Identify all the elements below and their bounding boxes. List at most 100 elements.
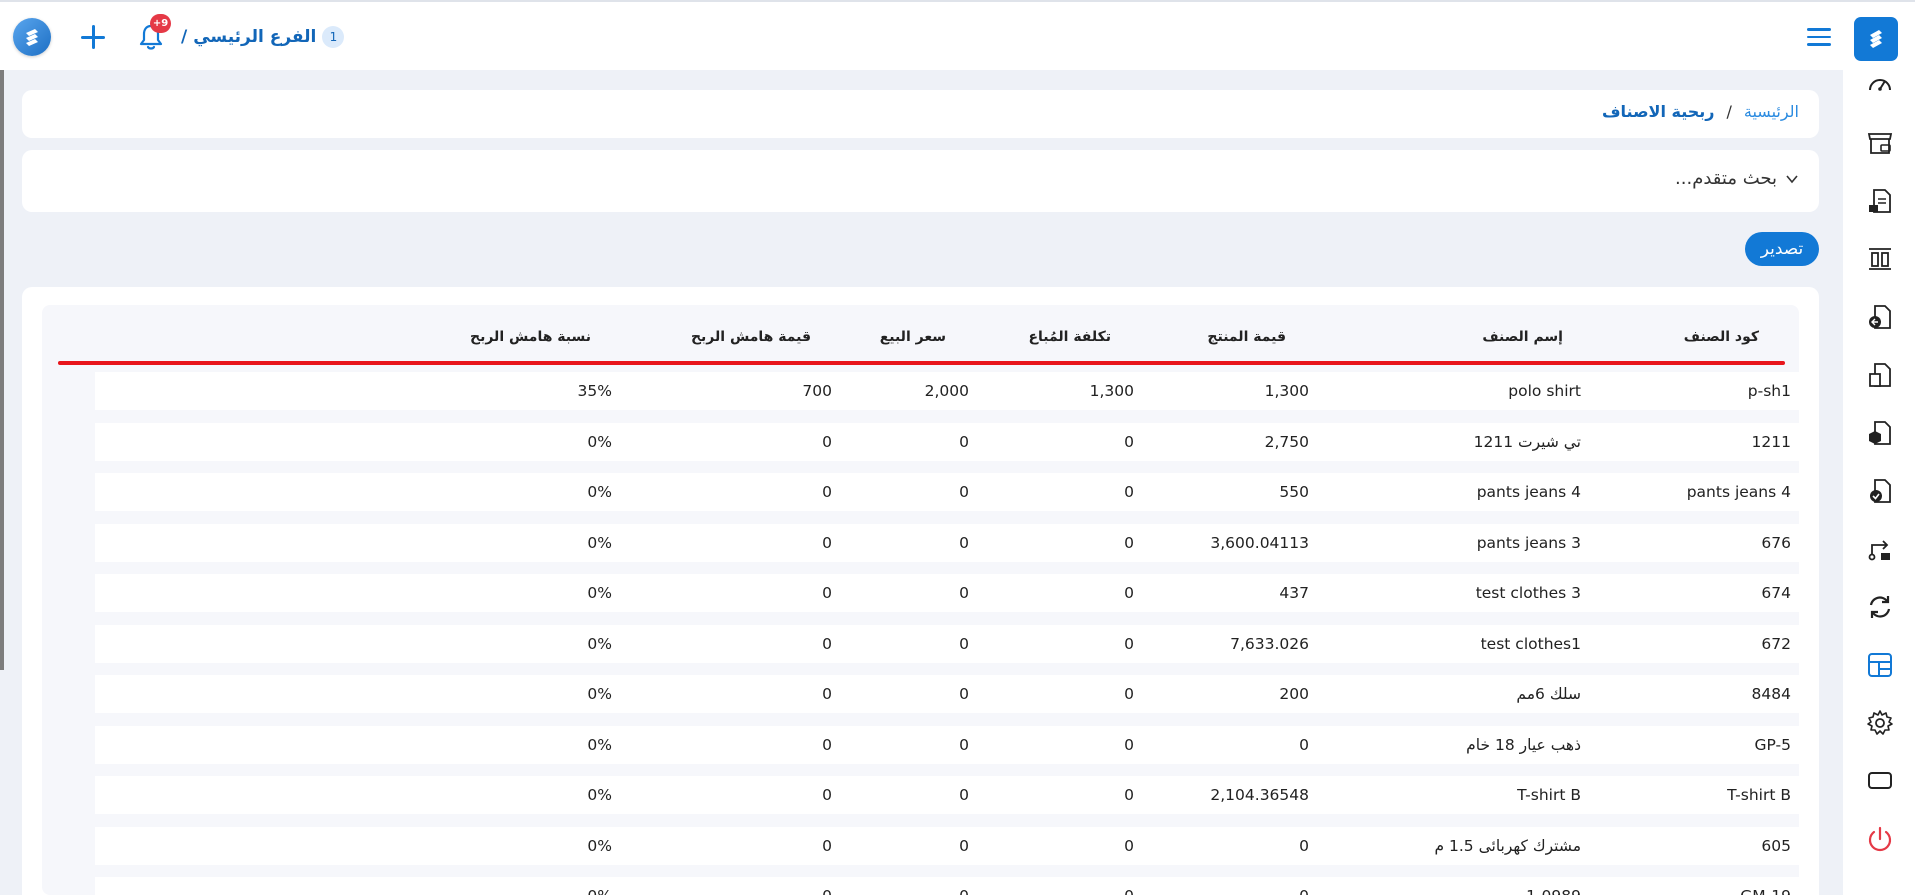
table-cell: 0 [822,483,832,501]
column-header[interactable]: نسبة هامش الربح [470,329,591,345]
breadcrumb-current: ربحية الاصناف [1601,102,1715,121]
power-icon[interactable] [1865,824,1895,854]
table-cell: 0 [959,533,969,552]
table-cell: T-shirt B [1727,786,1791,804]
table-cell: p-sh1 [1747,382,1791,400]
table-cell: 0 [959,735,969,754]
store-icon[interactable] [1865,128,1895,158]
table-row[interactable]: GP-5 ذهب عيار 18 خام 0 0 0 0 0% [95,725,1799,764]
table-cell: 0% [587,685,612,703]
table-header: كود الصنف إسم الصنف قيمة المنتج تكلفة المُب… [42,305,1799,359]
table-cell: 0 [1124,786,1134,804]
table-cell: 0 [822,836,832,855]
table-cell: 1,300 [1264,382,1309,400]
table-cell: polo shirt [1508,382,1581,400]
branch-count-badge: 1 [322,26,345,48]
breadcrumb-home-link[interactable]: الرئيسية [1744,102,1799,121]
return-icon[interactable] [1865,302,1895,332]
table-cell: 0 [822,685,832,703]
sync-icon[interactable] [1865,592,1895,622]
table-cell: 0 [822,887,832,895]
dashboard-icon[interactable] [1865,70,1895,100]
scroll-indicator[interactable] [0,70,4,670]
advanced-search-toggle[interactable]: بحث متقدم... [1675,168,1799,189]
table-cell: 0 [1299,887,1309,895]
table-cell: 1,300 [1089,382,1134,400]
breadcrumb-separator: / [1726,102,1732,121]
table-cell: 700 [802,382,832,400]
table-row[interactable]: 676 pants jeans 3 3,600.04113 0 0 0 0% [95,523,1799,562]
table-row[interactable]: 1211 تي شيرت 1211 2,750 0 0 0 0% [95,422,1799,461]
table-cell: 0 [1124,887,1134,895]
table-cell: GM-19 [1740,887,1791,895]
column-header[interactable]: سعر البيع [880,329,946,345]
document-icon[interactable] [1865,360,1895,390]
table-cell: 0% [587,432,612,451]
table-cell: 0 [1299,735,1309,754]
table-row[interactable]: pants jeans 4 pants jeans 4 550 0 0 0 0% [95,473,1799,511]
table-cell: 437 [1279,584,1309,602]
table-cell: 0 [822,533,832,552]
table-row[interactable]: 672 test clothes1 7,633.026 0 0 0 0% [95,624,1799,663]
sidebar [1843,70,1915,895]
chevron-down-icon [1786,174,1798,183]
table-row[interactable]: 674 test clothes 3 437 0 0 0 0% [95,574,1799,612]
brand-icon [26,29,38,46]
advanced-search-card: بحث متقدم... [22,150,1819,212]
table-cell: 672 [1761,634,1791,653]
table-cell: 1-0989 [1526,887,1581,895]
app-logo[interactable] [1854,17,1898,61]
table-cell: 0 [822,584,832,602]
columns-icon[interactable] [1865,244,1895,274]
breadcrumb: الرئيسية / ربحية الاصناف [1602,102,1799,121]
table-row[interactable]: 8484 سلك 6مم 200 0 0 0 0% [95,675,1799,713]
branch-selector[interactable]: 1 الفرع الرئيسي / [181,26,345,48]
transfer-icon[interactable] [1865,534,1895,564]
purchase-invoice-icon[interactable] [1865,186,1895,216]
notifications-button[interactable]: +9 [137,14,171,52]
table-cell: 0% [587,786,612,804]
add-icon[interactable] [79,23,107,51]
table-cell: GP-5 [1754,735,1791,754]
column-header[interactable]: قيمة هامش الربح [691,329,811,345]
table-cell: T-shirt B [1517,786,1581,804]
table-cell: 0 [1124,685,1134,703]
table-row[interactable]: p-sh1 polo shirt 1,300 1,300 2,000 700 35% [95,372,1799,410]
screen-icon[interactable] [1865,766,1895,796]
settings-icon[interactable] [1865,708,1895,738]
table-cell: ذهب عيار 18 خام [1466,735,1581,754]
table-cell: 0 [1124,432,1134,451]
export-button[interactable]: تصدير [1745,232,1819,266]
table-cell: 0 [959,483,969,501]
table-cell: 0% [587,483,612,501]
brand-avatar[interactable] [13,18,51,56]
column-header[interactable]: إسم الصنف [1482,329,1563,345]
menu-toggle-icon[interactable] [1807,28,1831,48]
table-cell: 8484 [1751,685,1791,703]
reports-icon[interactable] [1865,650,1895,680]
approved-icon[interactable] [1865,476,1895,506]
table-cell: 0 [1124,533,1134,552]
table-cell: pants jeans 3 [1476,533,1581,552]
table-cell: 0 [959,887,969,895]
advanced-search-label: بحث متقدم... [1675,168,1777,189]
stock-icon[interactable] [1865,418,1895,448]
top-left-group: +9 1 الفرع الرئيسي / [13,14,345,58]
table-row[interactable]: GM-19 1-0989 0 0 0 0 0% [95,877,1799,895]
column-header[interactable]: كود الصنف [1684,329,1759,345]
table-cell: 605 [1761,836,1791,855]
table-cell: 0% [587,836,612,855]
branch-separator: / [181,27,188,47]
table-cell: 0 [1124,836,1134,855]
table-cell: 550 [1279,483,1309,501]
column-header[interactable]: قيمة المنتج [1207,329,1286,345]
table-cell: 200 [1279,685,1309,703]
highlight-underline [58,361,1785,365]
table-row[interactable]: T-shirt B T-shirt B 2,104.36548 0 0 0 0% [95,776,1799,814]
table-cell: pants jeans 4 [1476,483,1581,501]
table-row[interactable]: 605 مشترك كهربائى 1.5 م 0 0 0 0 0% [95,826,1799,865]
table-cell: 3,600.04113 [1210,533,1309,552]
column-header[interactable]: تكلفة المُباع [1028,329,1111,345]
table-cell: 0 [822,634,832,653]
table-cell: 0% [587,735,612,754]
